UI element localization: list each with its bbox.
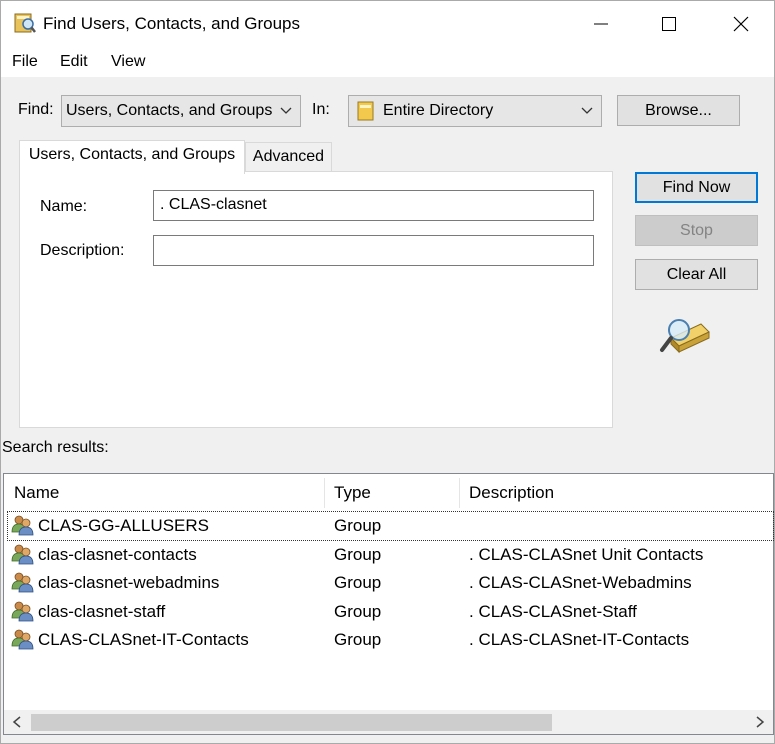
find-type-combo[interactable]: Users, Contacts, and Groups — [61, 95, 301, 127]
name-field-value: . CLAS-clasnet — [160, 196, 267, 213]
table-row[interactable]: CLAS-GG-ALLUSERS Group — [7, 511, 774, 541]
name-label: Name: — [40, 198, 88, 215]
group-icon — [11, 600, 35, 627]
cell-name: CLAS-CLASnet-IT-Contacts — [38, 630, 249, 650]
search-animation-icon — [660, 319, 710, 354]
cell-name: clas-clasnet-webadmins — [38, 573, 220, 593]
group-icon — [11, 628, 35, 655]
stop-button[interactable]: Stop — [635, 215, 758, 246]
cell-description: . CLAS-CLASnet Unit Contacts — [469, 544, 704, 564]
menu-view[interactable]: View — [111, 53, 145, 71]
table-row[interactable]: clas-clasnet-contacts Group . CLAS-CLASnet… — [8, 541, 773, 569]
chevron-down-icon — [280, 107, 292, 114]
horizontal-scrollbar[interactable] — [4, 710, 773, 734]
cell-type: Group — [334, 573, 382, 593]
clear-all-button[interactable]: Clear All — [635, 259, 758, 290]
group-icon — [11, 571, 35, 598]
column-header-name[interactable]: Name — [14, 474, 59, 512]
search-results-list: Name Type Description CLAS-GG-ALLUSERS Gr… — [3, 473, 774, 735]
scrollbar-thumb[interactable] — [31, 714, 552, 731]
cell-name: clas-clasnet-staff — [38, 601, 166, 621]
cell-description: . CLAS-CLASnet-Staff — [469, 601, 637, 621]
find-dialog-window: Find Users, Contacts, and Groups File Ed… — [0, 0, 775, 744]
scroll-left-icon[interactable] — [12, 716, 22, 728]
table-row[interactable]: clas-clasnet-webadmins Group . CLAS-CLASne… — [8, 569, 773, 597]
table-row[interactable]: clas-clasnet-staff Group . CLAS-CLASnet-St… — [8, 598, 773, 626]
search-results-label: Search results: — [2, 439, 109, 456]
cell-type: Group — [334, 601, 382, 621]
cell-name: CLAS-GG-ALLUSERS — [38, 516, 209, 535]
cell-description: . CLAS-CLASnet-IT-Contacts — [469, 630, 690, 650]
cell-type: Group — [334, 516, 382, 535]
group-icon — [11, 514, 35, 541]
table-row[interactable]: CLAS-CLASnet-IT-Contacts Group . CLAS-CLAS… — [8, 626, 773, 654]
find-label: Find: — [18, 101, 54, 118]
column-header-description[interactable]: Description — [469, 474, 554, 512]
cell-type: Group — [334, 544, 382, 564]
in-scope-combo[interactable]: Entire Directory — [348, 95, 602, 127]
find-app-icon — [14, 13, 36, 33]
menu-edit[interactable]: Edit — [60, 53, 88, 71]
tab-advanced[interactable]: Advanced — [245, 142, 332, 174]
title-bar[interactable]: Find Users, Contacts, and Groups — [1, 1, 774, 47]
group-icon — [11, 543, 35, 570]
minimize-icon — [594, 23, 608, 25]
close-button[interactable] — [713, 1, 769, 47]
description-field[interactable] — [153, 235, 594, 266]
name-field[interactable]: . CLAS-clasnet — [153, 190, 594, 221]
close-icon — [733, 16, 749, 32]
find-type-value: Users, Contacts, and Groups — [66, 102, 273, 119]
cell-name: clas-clasnet-contacts — [38, 544, 197, 564]
maximize-icon — [662, 17, 676, 31]
column-separator[interactable] — [324, 478, 325, 508]
minimize-button[interactable] — [573, 1, 629, 47]
scroll-right-icon[interactable] — [755, 716, 765, 728]
tab-users-contacts-groups[interactable]: Users, Contacts, and Groups — [19, 140, 245, 174]
window-title: Find Users, Contacts, and Groups — [43, 14, 301, 33]
column-header-type[interactable]: Type — [334, 474, 371, 512]
in-label: In: — [312, 101, 330, 118]
cell-description: . CLAS-CLASnet-Webadmins — [469, 573, 692, 593]
description-label: Description: — [40, 242, 125, 259]
maximize-button[interactable] — [641, 1, 697, 47]
chevron-down-icon — [581, 107, 593, 114]
search-criteria-panel: Name: . CLAS-clasnet Description: — [19, 171, 613, 428]
menu-file[interactable]: File — [12, 53, 38, 71]
directory-icon — [357, 101, 374, 121]
in-scope-value: Entire Directory — [383, 102, 494, 119]
column-separator[interactable] — [459, 478, 460, 508]
browse-button[interactable]: Browse... — [617, 95, 740, 126]
cell-type: Group — [334, 630, 382, 650]
find-now-button[interactable]: Find Now — [635, 172, 758, 203]
menu-bar: File Edit View — [1, 47, 774, 77]
